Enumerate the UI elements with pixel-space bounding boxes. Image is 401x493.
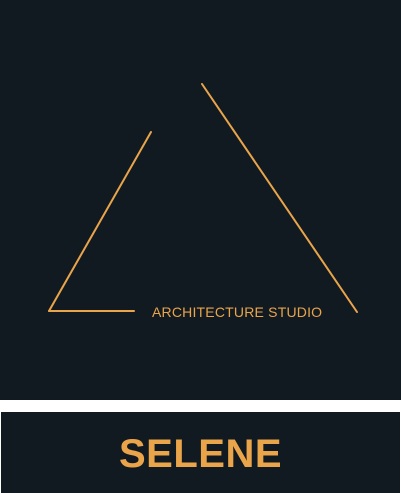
logo-artboard: ARCHITECTURE STUDIO SELENE <box>0 0 401 493</box>
logo-mark-panel: ARCHITECTURE STUDIO <box>0 0 401 400</box>
brand-name-panel: SELENE <box>1 412 400 493</box>
triangle-right-edge <box>201 83 358 313</box>
triangle-logo-icon <box>48 83 358 313</box>
studio-tagline: ARCHITECTURE STUDIO <box>152 304 323 320</box>
brand-name: SELENE <box>118 432 283 476</box>
triangle-left-edge <box>48 131 152 312</box>
